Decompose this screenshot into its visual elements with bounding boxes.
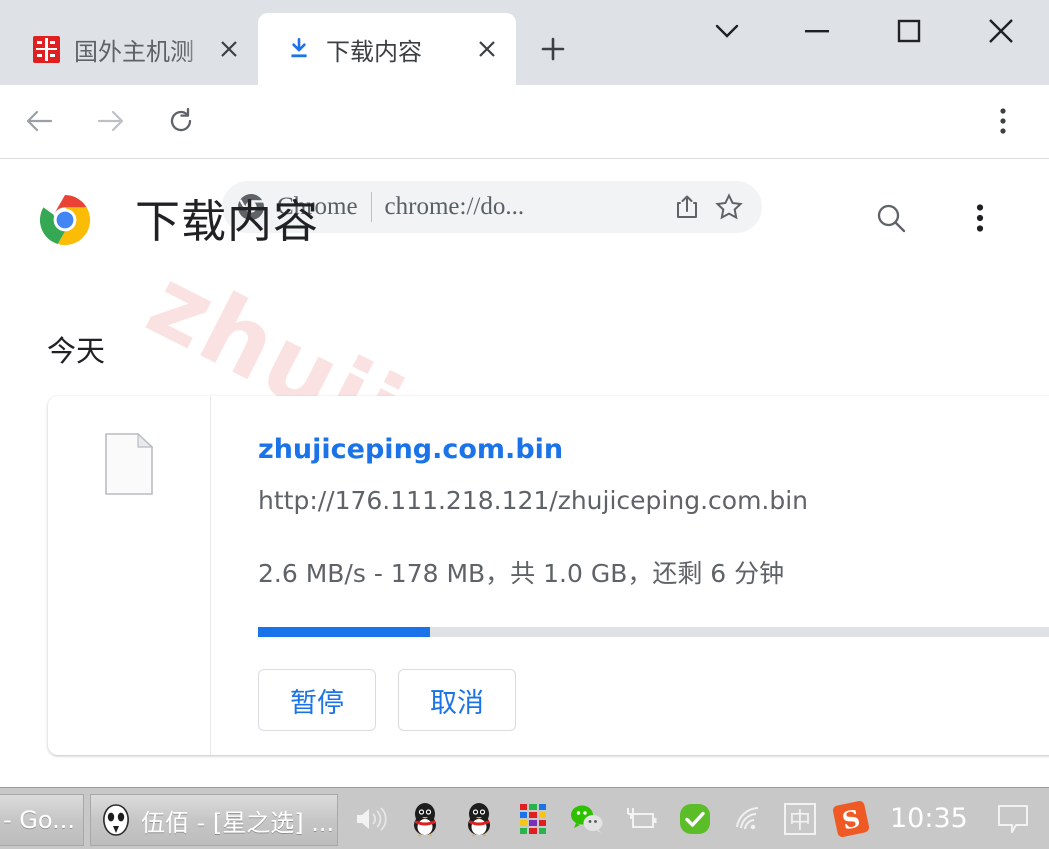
page-title: 下载内容	[135, 195, 320, 248]
omnibox-url-text: chrome://do...	[384, 193, 525, 220]
download-actions: 暂停 取消	[258, 669, 516, 731]
browser-toolbar: Chrome chrome://do...	[0, 85, 1049, 233]
sogou-glyph: S	[832, 799, 870, 838]
battery-plug-icon	[627, 807, 657, 828]
tab-close-icon[interactable]	[212, 32, 246, 66]
qq-icon-2[interactable]	[460, 800, 498, 838]
wifi-glyph	[736, 806, 759, 829]
tab-search-button[interactable]	[682, 0, 772, 62]
taskbar-item-label: - Go...	[3, 806, 76, 834]
cancel-button[interactable]: 取消	[398, 669, 516, 731]
download-status-text: 2.6 MB/s - 178 MB，共 1.0 GB，还剩 6 分钟	[258, 559, 785, 588]
qq-icon[interactable]	[406, 800, 444, 838]
tab-strip: 国外主机测 下载内容	[0, 0, 1049, 85]
color-grid-glyph	[520, 803, 546, 834]
pause-button[interactable]: 暂停	[258, 669, 376, 731]
star-icon	[715, 193, 743, 220]
seal-favicon-icon	[33, 35, 60, 63]
windows-taskbar: - Go... 伍佰 - [星之选] ... 中 S 10:35	[0, 787, 1049, 849]
reload-button[interactable]	[156, 96, 206, 146]
share-button[interactable]	[666, 186, 708, 228]
taskbar-item-chrome[interactable]: - Go...	[0, 794, 84, 846]
card-divider	[210, 396, 211, 755]
search-icon	[877, 204, 906, 233]
minus-icon	[805, 30, 829, 33]
system-tray: 中 S	[352, 799, 870, 838]
browser-window: 国外主机测 下载内容 Chrome chrome://do... 下载内容 今天…	[0, 0, 1049, 849]
notification-icon[interactable]	[994, 800, 1032, 838]
bookmark-button[interactable]	[708, 186, 750, 228]
downloads-menu-button[interactable]	[952, 190, 1008, 246]
minimize-button[interactable]	[772, 0, 862, 62]
omnibox-separator	[370, 192, 372, 222]
foobar2000-icon	[103, 804, 129, 836]
download-progress-bar	[258, 627, 1049, 637]
arrow-right-icon	[97, 110, 124, 132]
arrow-left-icon	[26, 110, 53, 132]
share-icon	[677, 195, 697, 218]
downloads-search-button[interactable]	[863, 190, 919, 246]
reload-icon	[170, 107, 192, 132]
plus-icon	[541, 37, 565, 61]
taskbar-item-foobar2000[interactable]: 伍佰 - [星之选] ...	[90, 794, 338, 846]
tab-guowai-zhuji[interactable]: 国外主机测	[10, 13, 258, 85]
square-icon	[897, 19, 921, 43]
new-tab-button[interactable]	[528, 24, 578, 74]
download-item-card: zhujiceping.com.bin http://176.111.218.1…	[48, 396, 1049, 755]
download-progress-fill	[258, 627, 431, 637]
wechat-icon[interactable]	[568, 800, 606, 838]
qq-penguin-icon	[468, 802, 490, 836]
chrome-logo-icon	[39, 195, 91, 246]
taskbar-clock[interactable]: 10:35	[890, 803, 968, 834]
taskbar-item-label: 伍佰 - [星之选] ...	[141, 808, 335, 837]
ime-icon[interactable]: 中	[784, 802, 816, 835]
close-window-button[interactable]	[956, 0, 1046, 62]
wifi-icon[interactable]	[730, 800, 768, 838]
back-button[interactable]	[14, 96, 64, 146]
green-check-icon	[680, 803, 710, 834]
more-vert-icon	[1000, 108, 1006, 134]
tab-title: 下载内容	[326, 38, 422, 66]
speaker-icon	[357, 806, 387, 831]
tab-title: 国外主机测	[74, 38, 194, 66]
day-group-label: 今天	[47, 334, 106, 368]
x-icon	[989, 19, 1013, 43]
download-icon	[291, 37, 307, 58]
browser-menu-button[interactable]	[978, 96, 1028, 146]
forward-button[interactable]	[86, 96, 136, 146]
volume-icon[interactable]	[352, 800, 390, 838]
notification-bubble-icon	[997, 804, 1028, 833]
download-source-url: http://176.111.218.121/zhujiceping.com.b…	[258, 486, 809, 515]
color-grid-icon[interactable]	[514, 800, 552, 838]
battery-icon[interactable]	[622, 800, 660, 838]
wechat-glyph	[571, 805, 603, 833]
sogou-icon[interactable]: S	[832, 799, 870, 838]
tab-close-icon[interactable]	[470, 32, 504, 66]
more-vert-icon	[976, 204, 984, 232]
maximize-button[interactable]	[864, 0, 954, 62]
file-icon	[105, 433, 153, 495]
security-check-icon[interactable]	[676, 800, 714, 838]
download-filename-link[interactable]: zhujiceping.com.bin	[258, 434, 563, 465]
tab-downloads[interactable]: 下载内容	[258, 13, 516, 85]
qq-penguin-icon	[414, 802, 436, 836]
chevron-down-icon	[715, 24, 739, 38]
